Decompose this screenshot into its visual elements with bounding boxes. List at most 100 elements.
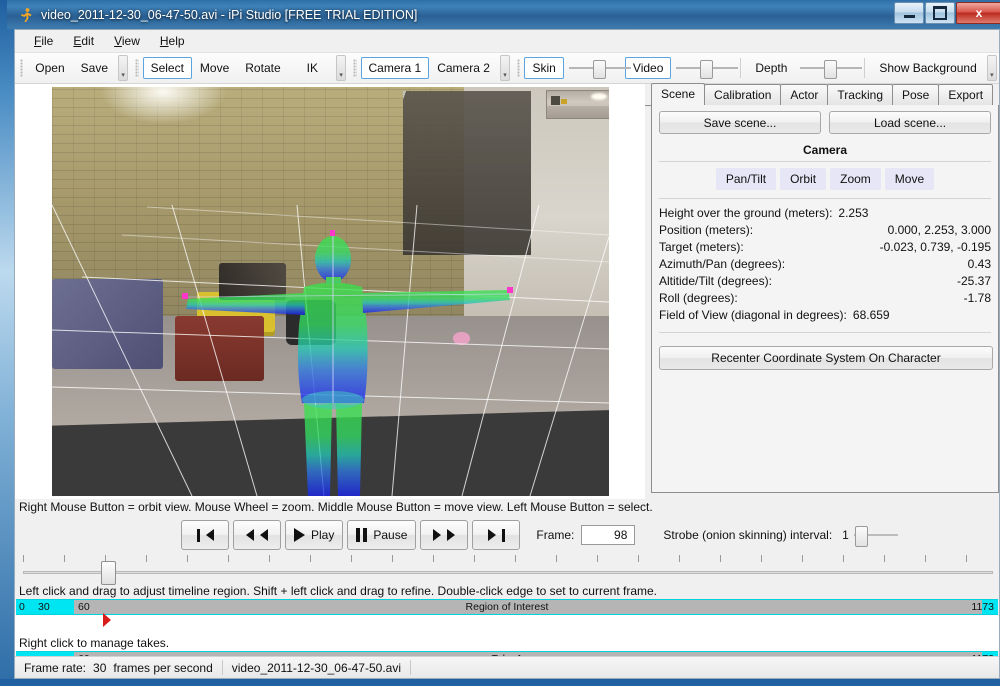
toolbar-overflow-file[interactable]: ▾ [118,55,129,81]
rotate-tool-button[interactable]: Rotate [237,57,288,79]
property-position: Position (meters): 0.000, 2.253, 3.000 [659,222,991,239]
tab-pose[interactable]: Pose [892,84,940,105]
video-opacity-slider[interactable] [676,58,739,79]
open-button[interactable]: Open [27,57,72,79]
menu-item-help[interactable]: Help [150,31,195,51]
go-to-start-button[interactable] [181,520,229,550]
skin-opacity-slider[interactable] [568,58,631,79]
property-label: Field of View (diagonal in degrees): [659,308,847,322]
status-bar: Frame rate: 30 frames per second video_2… [15,656,999,678]
frame-input[interactable]: 98 [581,525,636,545]
divider-2 [659,198,991,199]
property-label: Position (meters): [659,223,754,237]
tab-tracking[interactable]: Tracking [827,84,893,105]
frame-scrubber[interactable] [15,555,999,585]
side-panel: Scene Calibration Actor Tracking Pose Ex… [645,83,999,499]
ik-tool-button[interactable]: IK [299,57,326,79]
property-value: 2.253 [838,206,869,220]
pause-button[interactable]: Pause [347,520,417,550]
playhead-marker[interactable] [103,613,111,627]
scrubber-track[interactable] [23,571,993,574]
viewport-row: Scene Calibration Actor Tracking Pose Ex… [15,83,999,499]
tab-calibration[interactable]: Calibration [704,84,782,105]
scrubber-handle[interactable] [101,561,116,585]
go-to-end-button[interactable] [472,520,521,550]
toolbar-grip-camera[interactable] [353,59,357,77]
tab-scene[interactable]: Scene [651,83,706,106]
property-label: Azimuth/Pan (degrees): [659,257,786,271]
camera-2-button[interactable]: Camera 2 [429,57,498,79]
roi-end: 1173 [971,601,994,613]
property-fov: Field of View (diagonal in degrees): 68.… [659,307,991,324]
scene-tab-panel: Save scene... Load scene... Camera Pan/T… [651,105,999,493]
move-button[interactable]: Move [884,168,935,190]
save-button[interactable]: Save [73,57,116,79]
video-button[interactable]: Video [624,57,672,79]
maximize-button[interactable] [925,2,955,24]
toolbar-overflow-tools[interactable]: ▾ [335,55,347,81]
menu-item-file[interactable]: File [24,31,63,51]
property-value: 0.43 [967,257,991,271]
camera-inset-preview[interactable] [546,90,609,119]
viewport-hint: Right Mouse Button = orbit view. Mouse W… [15,499,999,515]
strobe-interval-slider[interactable] [853,523,898,547]
client-area: File Edit View Help Open Save ▾ Select M… [14,29,1000,679]
viewport-3d[interactable] [52,87,609,496]
property-value: 0.000, 2.253, 3.000 [887,223,991,237]
camera-properties: Height over the ground (meters): 2.253 P… [659,205,991,324]
property-value: -25.37 [956,274,991,288]
toolbar-grip-display[interactable] [517,59,521,77]
minimize-button[interactable] [894,2,924,24]
frame-rate-label: Frame rate: [24,660,87,675]
timeline-gap [15,613,999,634]
recenter-coordinate-system-button[interactable]: Recenter Coordinate System On Character [659,346,993,370]
property-azimuth: Azimuth/Pan (degrees): 0.43 [659,256,991,273]
fast-forward-button[interactable] [420,520,469,550]
toolbar-separator-2 [863,58,865,78]
depth-button[interactable]: Depth [747,57,795,79]
zoom-button[interactable]: Zoom [830,168,881,190]
move-tool-button[interactable]: Move [192,57,237,79]
play-button[interactable]: Play [285,520,344,550]
frame-rate-cell: Frame rate: 30 frames per second [15,660,223,675]
save-scene-button[interactable]: Save scene... [659,111,821,134]
title-bar: video_2011-12-30_06-47-50.avi - iPi Stud… [7,0,1000,29]
tab-actor[interactable]: Actor [780,84,829,105]
menu-item-edit[interactable]: Edit [63,31,104,51]
roi-label: Region of Interest [465,601,549,613]
load-scene-button[interactable]: Load scene... [829,111,991,134]
close-button[interactable]: x [956,2,1000,24]
toolbar-grip-tools[interactable] [135,59,139,77]
toolbar-overflow-camera[interactable]: ▾ [499,55,511,81]
character-mesh[interactable] [52,87,609,496]
pause-label: Pause [373,528,408,542]
camera-1-button[interactable]: Camera 1 [360,57,430,79]
divider [659,161,991,162]
property-roll: Roll (degrees): -1.78 [659,290,991,307]
menu-item-view[interactable]: View [104,31,150,51]
toolbar-grip-file[interactable] [20,59,24,77]
application-window: video_2011-12-30_06-47-50.avi - iPi Stud… [0,0,1000,686]
rewind-button[interactable] [233,520,281,550]
transport-controls: Play Pause Frame: 98 Strobe (onion skinn… [15,515,999,555]
toolbar: Open Save ▾ Select Move Rotate IK ▾ Came… [15,53,999,84]
property-altitude: Altitide/Tilt (degrees): -25.37 [659,273,991,290]
property-value: -1.78 [963,291,991,305]
orbit-button[interactable]: Orbit [780,168,827,190]
strobe-interval-value: 1 [842,528,849,542]
show-background-button[interactable]: Show Background [871,57,984,79]
toolbar-separator [739,58,741,78]
property-label: Roll (degrees): [659,291,738,305]
region-of-interest-bar[interactable]: 0 30 60 Region of Interest 1173 [16,599,998,615]
pan-tilt-button[interactable]: Pan/Tilt [715,168,777,190]
toolbar-overflow-display[interactable]: ▾ [986,55,998,81]
runner-icon [18,7,34,23]
scene-io-buttons: Save scene... Load scene... [659,111,991,134]
property-label: Altitide/Tilt (degrees): [659,274,772,288]
menu-bar: File Edit View Help [15,30,999,53]
tab-export[interactable]: Export [938,84,994,105]
skin-button[interactable]: Skin [524,57,564,79]
depth-opacity-slider[interactable] [800,58,863,79]
play-label: Play [311,528,335,542]
select-tool-button[interactable]: Select [142,57,192,79]
